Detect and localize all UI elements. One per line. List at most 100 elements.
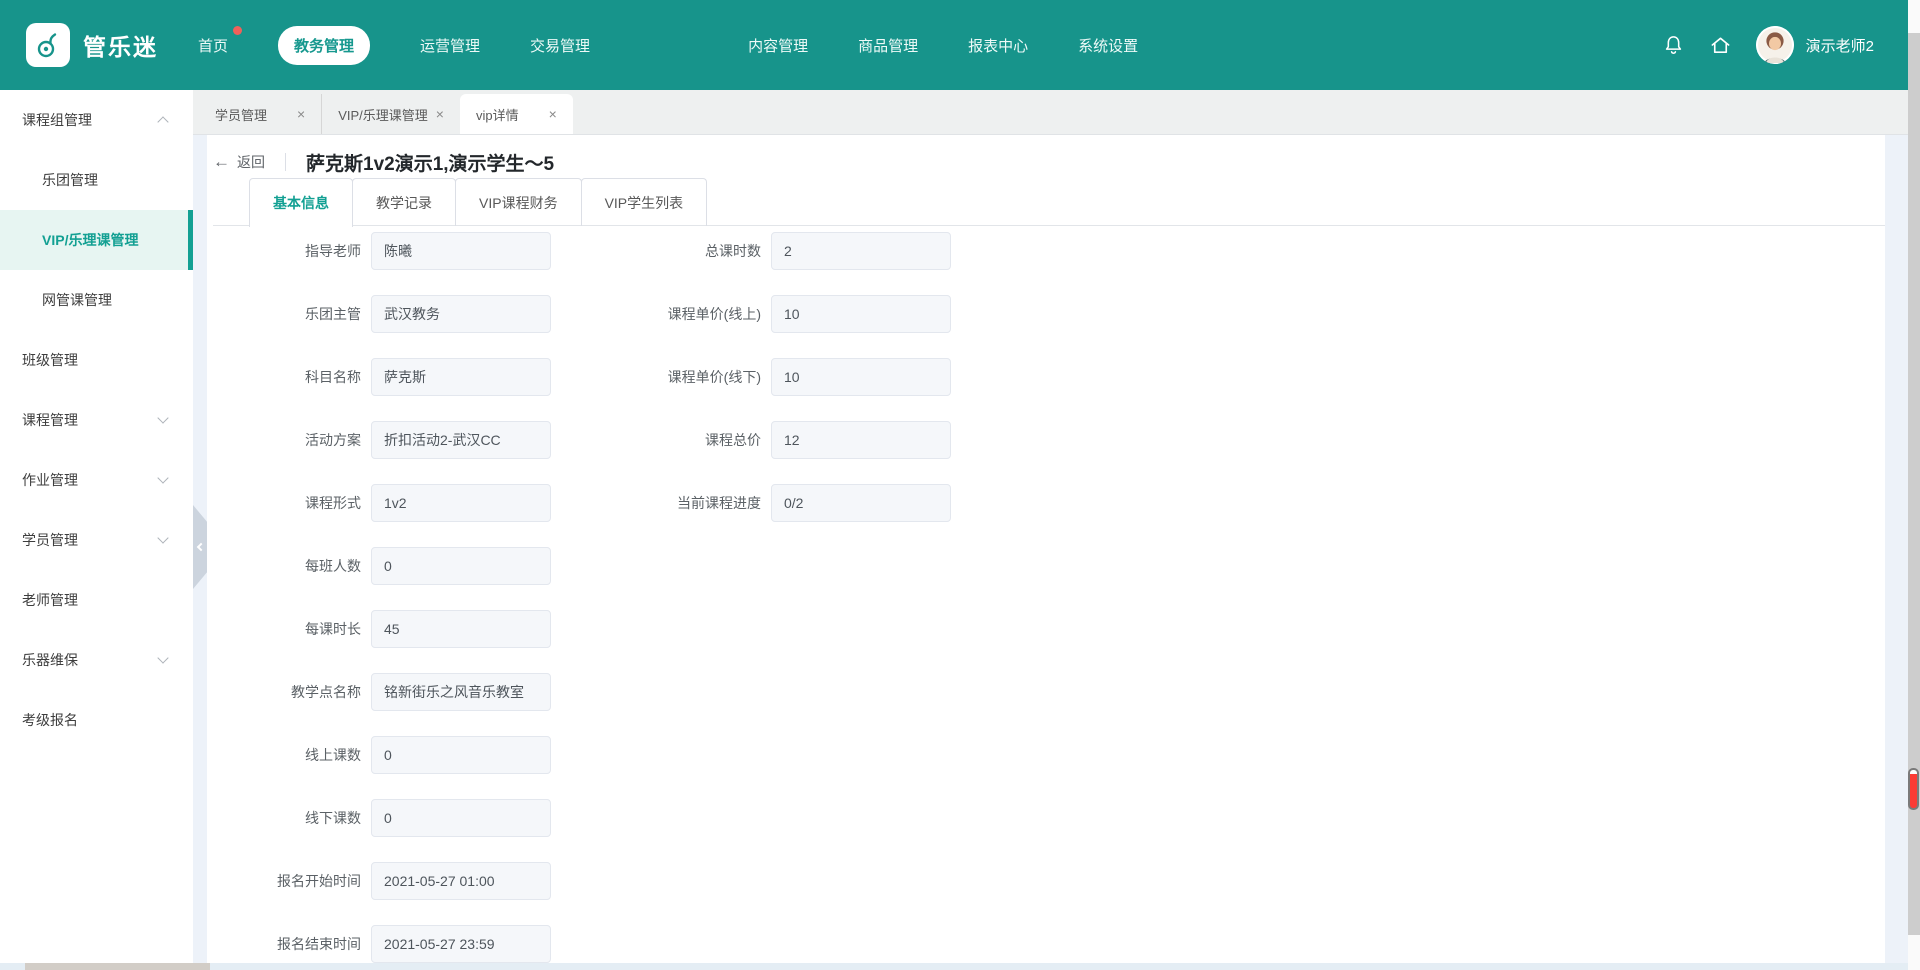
tab-teaching-record[interactable]: 教学记录	[352, 178, 456, 226]
tab-vip-course-finance[interactable]: VIP课程财务	[455, 178, 582, 226]
field-label: 课程单价(线下)	[603, 367, 761, 387]
sidebar-item-teacher[interactable]: 老师管理	[0, 570, 193, 630]
field-lesson-duration: 45	[371, 610, 551, 648]
back-button[interactable]: 返回	[237, 152, 265, 172]
field-label: 课程形式	[213, 493, 361, 513]
form-row: 每课时长 45	[213, 610, 551, 648]
sidebar-item-course-group[interactable]: 课程组管理	[0, 90, 193, 150]
content-right-gutter	[1885, 135, 1908, 970]
field-total-price: 12	[771, 421, 951, 459]
horizontal-scrollbar-thumb[interactable]	[25, 963, 210, 970]
field-label: 当前课程进度	[603, 493, 761, 513]
nav-item-content[interactable]: 内容管理	[748, 35, 808, 56]
detail-header: ← 返回 萨克斯1v2演示1,演示学生～5	[213, 147, 1885, 177]
close-icon[interactable]: ×	[436, 107, 444, 121]
horizontal-scrollbar[interactable]	[0, 963, 1908, 970]
close-icon[interactable]: ×	[297, 107, 305, 121]
sidebar-item-homework[interactable]: 作业管理	[0, 450, 193, 510]
sidebar: 课程组管理 乐团管理 VIP/乐理课管理 网管课管理 班级管理 课程管理 作业管…	[0, 90, 193, 970]
field-offline-lessons: 0	[371, 799, 551, 837]
back-arrow-icon[interactable]: ←	[213, 152, 230, 172]
form-row: 每班人数0	[213, 547, 551, 585]
close-icon[interactable]: ×	[549, 107, 557, 121]
field-course-progress: 0/2	[771, 484, 951, 522]
field-total-lessons: 2	[771, 232, 951, 270]
app-logo	[26, 23, 70, 67]
form-row: 报名开始时间2021-05-27 01:00	[213, 862, 551, 900]
sidebar-item-class[interactable]: 班级管理	[0, 330, 193, 390]
tab-basic-info[interactable]: 基本信息	[249, 178, 353, 227]
header-right-cluster: 演示老师2	[1662, 26, 1874, 64]
field-label: 线下课数	[213, 808, 361, 828]
form-row: 线上课数 0	[213, 736, 551, 774]
form-row: 总课时数 2	[603, 232, 951, 270]
field-activity-plan: 折扣活动2-武汉CC	[371, 421, 551, 459]
sidebar-item-student[interactable]: 学员管理	[0, 510, 193, 570]
vertical-scrollbar[interactable]	[1908, 0, 1920, 970]
sidebar-item-instrument[interactable]: 乐器维保	[0, 630, 193, 690]
tag-student-management[interactable]: 学员管理×	[199, 94, 321, 134]
nav-item-academic[interactable]: 教务管理	[278, 26, 370, 65]
field-label: 总课时数	[603, 241, 761, 261]
form-row: 课程总价12	[603, 421, 951, 459]
sidebar-item-course[interactable]: 课程管理	[0, 390, 193, 450]
tab-vip-student-list[interactable]: VIP学生列表	[581, 178, 708, 226]
form-row: 课程形式 1v2	[213, 484, 551, 522]
sidebar-item-exam[interactable]: 考级报名	[0, 690, 193, 750]
top-nav: 首页 教务管理 运营管理 交易管理 内容管理 商品管理 报表中心 系统设置	[198, 26, 1188, 65]
form-row: 乐团主管武汉教务	[213, 295, 551, 333]
page-title: 萨克斯1v2演示1,演示学生～5	[306, 149, 554, 176]
nav-item-operation[interactable]: 运营管理	[420, 35, 480, 56]
sidebar-item-online-course[interactable]: 网管课管理	[0, 270, 193, 330]
form-row: 活动方案折扣活动2-武汉CC	[213, 421, 551, 459]
field-label: 线上课数	[213, 745, 361, 765]
basic-info-form: 指导老师陈曦 乐团主管武汉教务 科目名称萨克斯 活动方案折扣活动2-武汉CC 课…	[213, 232, 1885, 970]
sidebar-collapse-handle[interactable]	[193, 505, 207, 589]
form-row: 课程单价(线上)10	[603, 295, 951, 333]
field-online-lessons: 0	[371, 736, 551, 774]
form-row: 科目名称萨克斯	[213, 358, 551, 396]
chevron-down-icon	[157, 412, 168, 423]
chevron-up-icon	[157, 116, 168, 127]
field-label: 报名结束时间	[213, 934, 361, 954]
vertical-scrollbar-thumb[interactable]	[1908, 768, 1919, 810]
tag-vip-course-management[interactable]: VIP/乐理课管理×	[321, 94, 460, 134]
form-row: 当前课程进度 0/2	[603, 484, 951, 522]
tag-vip-detail[interactable]: vip详情×	[460, 94, 573, 134]
field-instructor: 陈曦	[371, 232, 551, 270]
avatar-illustration	[1756, 26, 1794, 64]
field-label: 科目名称	[213, 367, 361, 387]
nav-item-settings[interactable]: 系统设置	[1078, 35, 1138, 56]
nav-item-trade[interactable]: 交易管理	[530, 35, 590, 56]
notification-dot-icon	[233, 26, 242, 35]
nav-item-home[interactable]: 首页	[198, 35, 228, 56]
avatar[interactable]	[1756, 26, 1794, 64]
sidebar-gutter	[193, 135, 207, 970]
nav-item-goods[interactable]: 商品管理	[858, 35, 918, 56]
tags-view-bar: 学员管理× VIP/乐理课管理× vip详情×	[193, 90, 1908, 135]
sidebar-item-vip-course[interactable]: VIP/乐理课管理	[0, 210, 193, 270]
home-icon[interactable]	[1709, 34, 1732, 57]
bell-icon[interactable]	[1662, 34, 1685, 57]
field-subject-name: 萨克斯	[371, 358, 551, 396]
field-label: 每课时长	[213, 619, 361, 639]
form-column-right: 总课时数 2 课程单价(线上)10 课程单价(线下) 10 课程总价12 当前课程进…	[603, 232, 951, 970]
app-header: 管乐迷 首页 教务管理 运营管理 交易管理 内容管理 商品管理 报表中心 系统设…	[0, 0, 1908, 90]
form-row: 教学点名称铭新街乐之风音乐教室	[213, 673, 551, 711]
chevron-down-icon	[157, 532, 168, 543]
sidebar-item-orchestra[interactable]: 乐团管理	[0, 150, 193, 210]
field-label: 教学点名称	[213, 682, 361, 702]
field-orchestra-supervisor: 武汉教务	[371, 295, 551, 333]
field-label: 报名开始时间	[213, 871, 361, 891]
main-content: ← 返回 萨克斯1v2演示1,演示学生～5 基本信息 教学记录 VIP课程财务 …	[207, 135, 1885, 963]
field-course-form: 1v2	[371, 484, 551, 522]
field-label: 乐团主管	[213, 304, 361, 324]
chevron-down-icon	[157, 652, 168, 663]
nav-item-report[interactable]: 报表中心	[968, 35, 1028, 56]
field-unit-price-offline: 10	[771, 358, 951, 396]
field-label: 活动方案	[213, 430, 361, 450]
form-row: 指导老师陈曦	[213, 232, 551, 270]
user-name[interactable]: 演示老师2	[1806, 35, 1874, 56]
form-row: 报名结束时间2021-05-27 23:59	[213, 925, 551, 963]
divider	[285, 153, 286, 171]
